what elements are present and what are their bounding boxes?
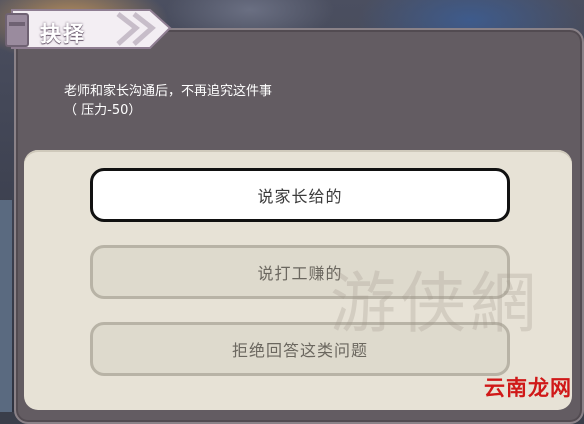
scene-left-edge bbox=[0, 200, 12, 412]
prompt-line-1: 老师和家长沟通后，不再追究这件事 bbox=[64, 84, 273, 99]
option-button-part-time-job[interactable]: 说打工赚的 bbox=[90, 245, 510, 299]
option-button-refuse-answer[interactable]: 拒绝回答这类问题 bbox=[90, 322, 510, 376]
option-label: 拒绝回答这类问题 bbox=[231, 341, 368, 360]
dialog-title: 抉择 bbox=[40, 22, 86, 46]
option-button-family-gave[interactable]: 说家长给的 bbox=[90, 168, 510, 222]
options-panel: 说家长给的 说打工赚的 拒绝回答这类问题 bbox=[24, 150, 572, 410]
choice-prompt: 老师和家长沟通后，不再追究这件事 （ 压力-50） bbox=[64, 82, 272, 120]
option-label: 说家长给的 bbox=[257, 187, 343, 206]
site-watermark: 云南龙网 bbox=[484, 376, 572, 400]
prompt-line-2: （ 压力-50） bbox=[64, 103, 142, 118]
title-ribbon: 抉择 bbox=[0, 4, 180, 58]
option-label: 说打工赚的 bbox=[257, 264, 343, 283]
ribbon-shape bbox=[5, 9, 172, 49]
